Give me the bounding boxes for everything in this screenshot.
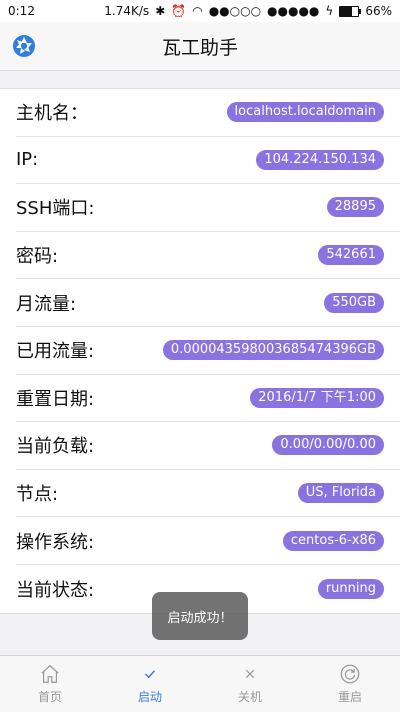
tab-label: 关机: [237, 690, 262, 704]
value-badge: US, Florida: [297, 483, 384, 504]
value-badge: 542661: [318, 245, 384, 266]
value-badge: 550GB: [324, 292, 384, 313]
row-label: 节点:: [16, 484, 59, 506]
row-ip: IP: 104.224.150.134: [16, 137, 400, 185]
row-label: 密码:: [16, 246, 59, 268]
row-os: 操作系统: centos-6-x86: [16, 517, 400, 565]
aperture-icon[interactable]: [12, 34, 36, 58]
bottom-tab-bar: 首页 启动 关机 重启: [0, 655, 400, 712]
value-badge: 2016/1/7 下午1:00: [250, 387, 384, 408]
value-badge: 0.0000435980036854743​96GB: [162, 340, 384, 361]
row-current-load: 当前负载: 0.00/0.00/0.00: [16, 422, 400, 470]
status-time: 0:12: [8, 4, 35, 18]
row-label: 当前状态:: [16, 579, 95, 601]
wifi-icon: ◠: [192, 4, 203, 18]
row-used-traffic: 已用流量: 0.0000435980036854743​96GB: [16, 327, 400, 375]
value-badge: 104.224.150.134: [256, 149, 384, 170]
signal-icon-2: ●●●●●: [267, 4, 320, 18]
restart-icon: [340, 664, 360, 684]
value-badge: running: [317, 578, 384, 599]
row-label: 重置日期:: [16, 388, 95, 410]
battery-icon: [339, 5, 362, 17]
row-reset-date: 重置日期: 2016/1/7 下午1:00: [16, 375, 400, 423]
row-label: 操作系统:: [16, 531, 95, 553]
net-speed: 1.74K/s: [104, 4, 150, 18]
status-indicators: 1.74K/s ✱ ⏰ ◠ ●●○○○ ●●●●● ϟ 66%: [104, 4, 400, 18]
bluetooth-icon: ✱: [155, 4, 166, 18]
value-badge: 0.00/0.00/0.00: [272, 435, 384, 456]
battery-percent: 66%: [365, 4, 392, 18]
battery-level: [340, 6, 353, 16]
value-badge: centos-6-x86: [282, 530, 384, 551]
alarm-icon: ⏰: [171, 4, 187, 18]
tab-shutdown[interactable]: 关机: [200, 656, 300, 712]
status-bar: 0:12 1.74K/s ✱ ⏰ ◠ ●●○○○ ●●●●● ϟ 66%: [0, 0, 400, 22]
row-label: 已用流量:: [16, 341, 95, 363]
row-label: 当前负载:: [16, 436, 95, 458]
toast-message: 启动成功！: [152, 592, 248, 640]
value-badge: localhost.localdomain: [226, 102, 384, 123]
value-badge: 28895: [326, 197, 384, 218]
row-label: 月流量:: [16, 293, 77, 315]
row-label: IP:: [16, 149, 39, 171]
page-title: 瓦工助手: [161, 36, 238, 59]
tab-label: 首页: [37, 690, 62, 704]
row-label: 主机名：: [16, 103, 88, 125]
server-info-list: 主机名： localhost.localdomain IP: 104.224.1…: [0, 88, 400, 614]
signal-icon-1: ●●○○○: [208, 4, 262, 18]
row-monthly-traffic: 月流量: 550GB: [16, 279, 400, 327]
row-hostname: 主机名： localhost.localdomain: [16, 89, 400, 137]
charging-icon: ϟ: [325, 4, 334, 18]
tab-restart[interactable]: 重启: [300, 656, 400, 712]
tab-home[interactable]: 首页: [0, 656, 100, 712]
app-header: 瓦工助手: [0, 22, 400, 71]
close-icon: [245, 669, 255, 679]
tab-label: 启动: [137, 690, 162, 704]
row-node: 节点: US, Florida: [16, 470, 400, 518]
home-icon: [41, 664, 59, 683]
row-password: 密码: 542661: [16, 232, 400, 280]
row-label: SSH端口:: [16, 198, 95, 220]
check-icon: [144, 670, 156, 679]
tab-label: 重启: [337, 690, 362, 704]
row-ssh-port: SSH端口: 28895: [16, 184, 400, 232]
tab-start[interactable]: 启动: [100, 656, 200, 712]
